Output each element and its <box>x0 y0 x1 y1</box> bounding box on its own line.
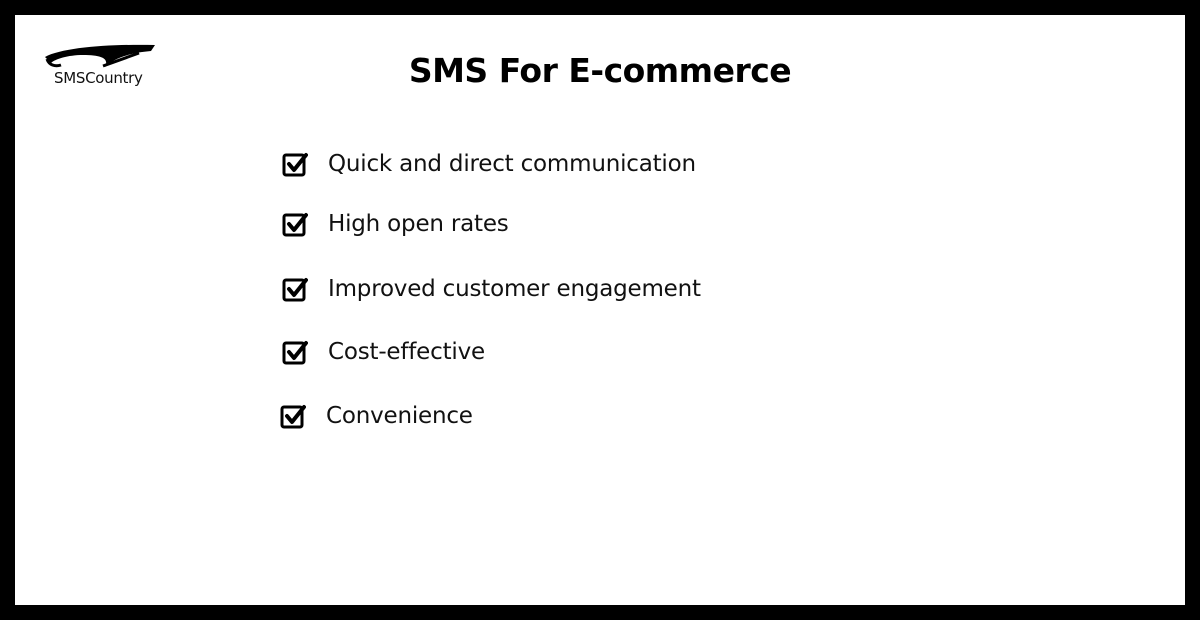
benefit-label: Quick and direct communication <box>328 151 696 177</box>
checkbox-checked-icon <box>282 153 308 177</box>
benefit-label: Cost-effective <box>328 339 485 365</box>
slide-canvas: SMSCountry SMS For E-commerce Quick and … <box>15 15 1185 605</box>
benefit-label: Improved customer engagement <box>328 276 701 302</box>
checkbox-checked-icon <box>282 213 308 237</box>
benefit-item: Convenience <box>280 403 473 429</box>
benefit-item: High open rates <box>282 211 509 237</box>
benefit-item: Quick and direct communication <box>282 151 696 177</box>
benefit-label: Convenience <box>326 403 473 429</box>
benefit-item: Improved customer engagement <box>282 276 701 302</box>
benefit-label: High open rates <box>328 211 509 237</box>
benefit-item: Cost-effective <box>282 339 485 365</box>
checkbox-checked-icon <box>280 405 306 429</box>
checkbox-checked-icon <box>282 278 308 302</box>
page-title: SMS For E-commerce <box>408 51 792 90</box>
checkbox-checked-icon <box>282 341 308 365</box>
